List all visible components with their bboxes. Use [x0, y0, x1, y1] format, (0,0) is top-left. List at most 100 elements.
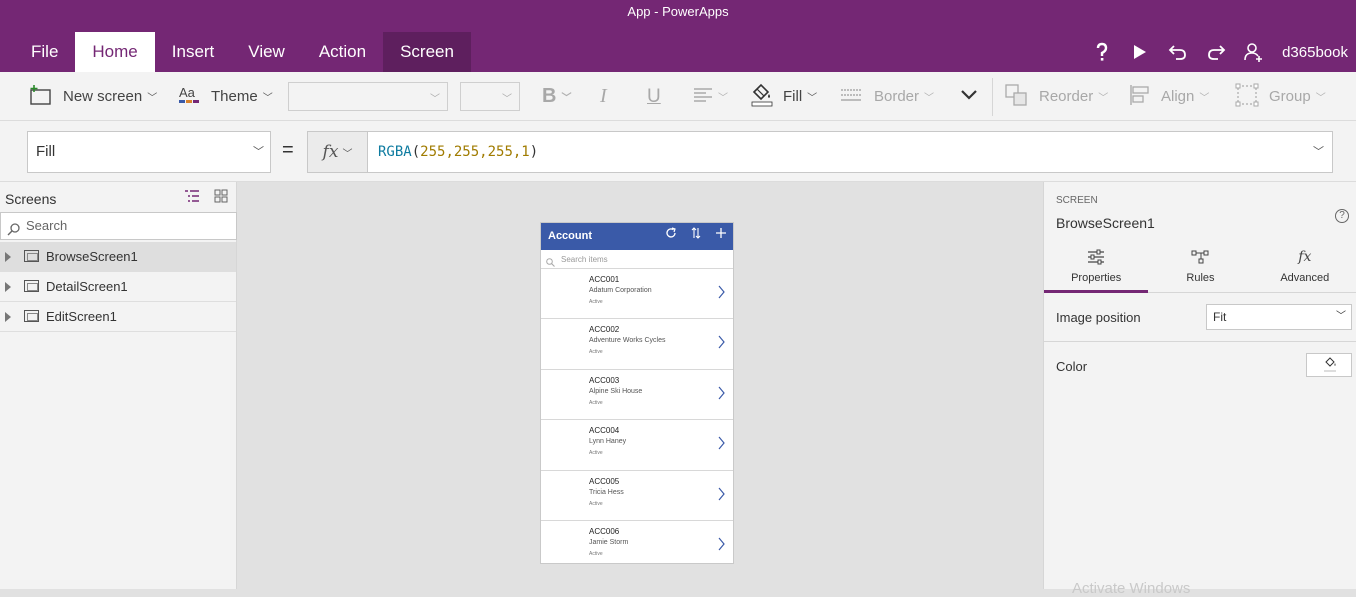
chevron-right-icon[interactable] — [718, 386, 725, 405]
refresh-icon[interactable] — [665, 223, 677, 250]
expand-caret-icon[interactable] — [5, 252, 11, 262]
chevron-right-icon[interactable] — [718, 537, 725, 556]
gallery-item[interactable]: ACC001 Adatum Corporation Active — [541, 269, 733, 320]
gallery-item[interactable]: ACC005 Tricia Hess Active — [541, 471, 733, 521]
tab-advanced[interactable]: fx Advanced — [1253, 242, 1356, 293]
tab-insert[interactable]: Insert — [155, 32, 232, 72]
group-label: Group — [1269, 88, 1311, 105]
theme-button[interactable]: Aa Theme ﹀ — [179, 72, 273, 121]
menu-bar: File Home Insert View Action Screen — [14, 32, 471, 72]
record-title: ACC003 — [589, 375, 620, 385]
record-body: Active — [589, 450, 603, 457]
border-button[interactable]: Border ﹀ — [840, 72, 934, 121]
formula-bar: Fill ﹀ = fx ﹀ RGBA(255,255,255,1) ﹀ — [0, 121, 1356, 182]
tree-item-browsescreen1[interactable]: BrowseScreen1 — [0, 242, 236, 272]
properties-tabs: Properties Rules fx Advanced — [1044, 242, 1356, 293]
redo-icon[interactable] — [1206, 42, 1226, 62]
tree-item-editscreen1[interactable]: EditScreen1 — [0, 302, 236, 332]
chevron-down-icon: ﹀ — [430, 94, 440, 105]
tab-rules-label: Rules — [1186, 272, 1215, 284]
tree-view-icon[interactable] — [184, 189, 200, 208]
tab-screen[interactable]: Screen — [383, 32, 471, 72]
reorder-button[interactable]: Reorder ﹀ — [1005, 72, 1108, 121]
gallery-item[interactable]: ACC002 Adventure Works Cycles Active — [541, 319, 733, 370]
font-size-dropdown[interactable]: ﹀ — [460, 82, 520, 111]
italic-button[interactable]: I — [600, 72, 607, 121]
color-label: Color — [1056, 359, 1088, 374]
tab-rules[interactable]: Rules — [1148, 242, 1252, 293]
user-icon[interactable] — [1244, 42, 1264, 62]
chevron-down-icon: ﹀ — [561, 93, 572, 104]
screen-header[interactable]: Account — [541, 223, 733, 250]
tab-home[interactable]: Home — [75, 32, 155, 72]
screen-header-title: Account — [548, 230, 592, 242]
tab-view[interactable]: View — [231, 32, 302, 72]
screen-icon — [24, 280, 39, 292]
theme-label: Theme — [211, 88, 258, 105]
property-value: Fill — [36, 143, 56, 160]
fill-bucket-icon — [1324, 357, 1336, 372]
undo-icon[interactable] — [1168, 42, 1188, 62]
expand-caret-icon[interactable] — [5, 282, 11, 292]
gallery-item[interactable]: ACC004 Lynn Haney Active — [541, 420, 733, 471]
tab-properties[interactable]: Properties — [1044, 242, 1149, 293]
gallery-item[interactable]: ACC003 Alpine Ski House Active — [541, 370, 733, 421]
add-icon[interactable] — [715, 223, 727, 250]
app-screen-preview[interactable]: Account Search items ACC001 Adatum Corpo… — [540, 222, 734, 564]
record-title: ACC001 — [589, 275, 620, 284]
thumbnail-view-icon[interactable] — [214, 189, 228, 208]
tree-item-label: EditScreen1 — [46, 309, 117, 324]
search-items-input[interactable]: Search items — [541, 250, 733, 269]
expand-caret-icon[interactable] — [5, 312, 11, 322]
user-name[interactable]: d365book — [1282, 44, 1348, 61]
sort-icon[interactable] — [691, 223, 701, 250]
properties-panel: SCREEN BrowseScreen1 ? Properties Rules … — [1043, 182, 1356, 597]
rules-icon — [1191, 248, 1209, 266]
svg-text:Aa: Aa — [179, 85, 196, 100]
control-name[interactable]: BrowseScreen1 — [1056, 215, 1155, 231]
record-body: Active — [589, 550, 603, 557]
design-canvas[interactable]: Account Search items ACC001 Adatum Corpo… — [237, 182, 1043, 589]
fill-button[interactable]: Fill ﹀ — [751, 72, 817, 121]
screen-icon — [24, 310, 39, 322]
fx-icon: fx — [322, 142, 339, 162]
font-family-dropdown[interactable]: ﹀ — [288, 82, 448, 111]
equals-sign: = — [282, 139, 294, 161]
image-position-dropdown[interactable]: Fit ﹀ — [1206, 304, 1352, 330]
group-button[interactable]: Group ﹀ — [1235, 72, 1326, 121]
chevron-right-icon[interactable] — [718, 285, 725, 304]
underline-button[interactable]: U — [647, 72, 661, 121]
align-icon — [1129, 84, 1151, 110]
chevron-down-icon: ﹀ — [1199, 93, 1210, 104]
title-tools: d365book — [1092, 34, 1348, 70]
view-toggle — [184, 189, 228, 208]
play-icon[interactable] — [1130, 42, 1150, 62]
bold-button[interactable]: B ﹀ — [542, 72, 571, 121]
record-subtitle: Jamie Storm — [589, 538, 629, 546]
ribbon-expand-button[interactable] — [960, 72, 978, 121]
gallery: ACC001 Adatum Corporation Active ACC002 … — [541, 269, 733, 563]
record-body: Active — [589, 399, 603, 406]
align-button[interactable]: Align ﹀ — [1129, 72, 1209, 121]
help-icon[interactable]: ? — [1335, 209, 1349, 223]
gallery-item[interactable]: ACC006 Jamie Storm Active — [541, 521, 733, 563]
property-dropdown[interactable]: Fill ﹀ — [27, 131, 271, 173]
tree-item-detailscreen1[interactable]: DetailScreen1 — [0, 272, 236, 302]
tab-action[interactable]: Action — [302, 32, 383, 72]
tab-file[interactable]: File — [14, 32, 75, 72]
function-button[interactable]: fx ﹀ — [307, 131, 368, 173]
color-picker[interactable] — [1306, 353, 1352, 377]
new-screen-button[interactable]: New screen ﹀ — [29, 72, 157, 121]
chevron-down-icon: ﹀ — [502, 94, 512, 105]
chevron-right-icon[interactable] — [718, 436, 725, 455]
screens-search-input[interactable]: Search — [0, 212, 237, 240]
chevron-right-icon[interactable] — [718, 335, 725, 354]
chevron-right-icon[interactable] — [718, 487, 725, 506]
text-align-button[interactable]: ﹀ — [693, 72, 728, 121]
formula-input[interactable]: RGBA(255,255,255,1) ﹀ — [367, 131, 1333, 173]
search-placeholder: Search — [26, 218, 68, 233]
fill-label: Fill — [783, 88, 803, 105]
chevron-down-icon[interactable]: ﹀ — [1313, 132, 1324, 172]
help-icon[interactable] — [1092, 42, 1112, 62]
record-subtitle: Tricia Hess — [589, 488, 624, 496]
